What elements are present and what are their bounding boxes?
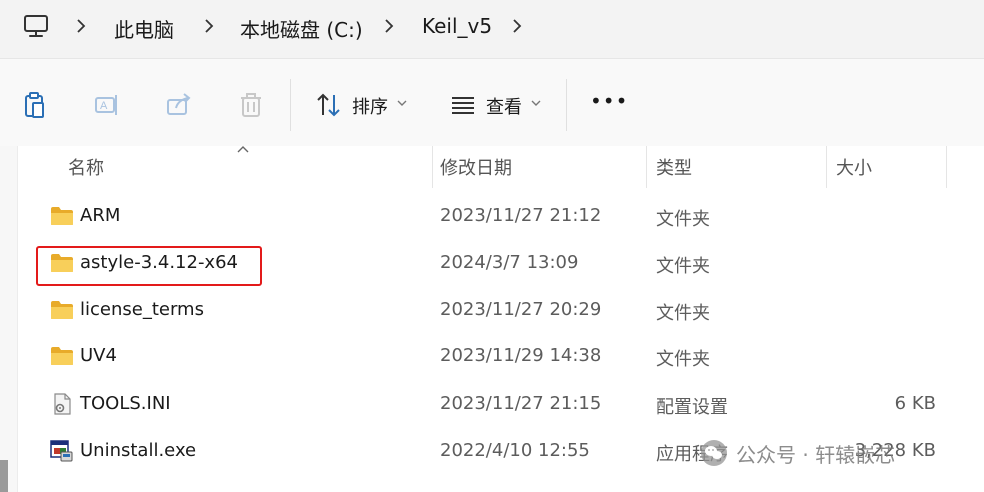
breadcrumb-local-disk[interactable]: 本地磁盘 (C:) [240, 14, 363, 43]
folder-icon [51, 347, 73, 365]
chevron-right-icon[interactable] [74, 16, 88, 36]
column-header-type[interactable]: 类型 [656, 154, 692, 180]
toolbar-divider [566, 79, 567, 131]
file-date: 2023/11/29 14:38 [440, 345, 602, 366]
column-header-size[interactable]: 大小 [836, 154, 872, 180]
rename-icon[interactable]: A [92, 90, 122, 120]
column-divider[interactable] [432, 146, 433, 188]
file-date: 2024/3/7 13:09 [440, 252, 579, 273]
file-row[interactable]: TOOLS.INI 2023/11/27 21:15 配置设置 6 KB [18, 384, 984, 428]
view-icon[interactable] [448, 90, 478, 120]
share-icon[interactable] [164, 90, 194, 120]
file-type: 文件夹 [656, 209, 710, 230]
chevron-right-icon[interactable] [510, 16, 524, 36]
file-date: 2023/11/27 20:29 [440, 299, 602, 320]
paste-icon[interactable] [20, 90, 50, 120]
file-name: UV4 [80, 345, 117, 366]
command-toolbar: A 排序 查看 ••• [0, 58, 984, 146]
delete-icon[interactable] [236, 90, 266, 120]
file-date: 2023/11/27 21:12 [440, 205, 602, 226]
column-header-date[interactable]: 修改日期 [440, 154, 512, 180]
breadcrumb-keil[interactable]: Keil_v5 [422, 14, 492, 38]
file-name: ARM [80, 205, 121, 226]
file-date: 2023/11/27 21:15 [440, 393, 602, 414]
file-row[interactable]: ARM 2023/11/27 21:12 文件夹 [18, 196, 984, 240]
ini-file-icon [54, 393, 71, 415]
file-type: 配置设置 [656, 397, 728, 418]
sort-icon[interactable] [314, 90, 344, 120]
watermark-text: 公众号 · 轩辕嵌芯 [736, 442, 896, 467]
chevron-down-icon[interactable] [397, 99, 407, 107]
breadcrumb-this-pc[interactable]: 此电脑 [114, 14, 174, 43]
file-row[interactable]: UV4 2023/11/29 14:38 文件夹 [18, 336, 984, 380]
exe-file-icon [50, 440, 73, 462]
watermark: 公众号 · 轩辕嵌芯 [700, 436, 895, 470]
scrollbar-thumb[interactable] [0, 460, 8, 492]
column-divider[interactable] [826, 146, 827, 188]
this-pc-icon[interactable] [22, 12, 50, 40]
file-type: 文件夹 [656, 349, 710, 370]
file-date: 2022/4/10 12:55 [440, 440, 590, 461]
file-name: TOOLS.INI [80, 393, 171, 414]
file-type: 文件夹 [656, 303, 710, 324]
column-header-name[interactable]: 名称 [68, 154, 104, 180]
highlight-annotation-box [36, 246, 262, 286]
navigation-pane-edge [0, 146, 18, 492]
svg-text:A: A [100, 100, 108, 112]
wechat-logo-icon [701, 440, 727, 466]
view-button[interactable]: 查看 [486, 93, 522, 119]
file-size: 6 KB [894, 393, 936, 414]
folder-icon [51, 301, 73, 319]
chevron-right-icon[interactable] [202, 16, 216, 36]
file-name: license_terms [80, 299, 204, 320]
file-type: 文件夹 [656, 256, 710, 277]
file-row[interactable]: license_terms 2023/11/27 20:29 文件夹 [18, 290, 984, 334]
chevron-down-icon[interactable] [531, 99, 541, 107]
address-bar: 此电脑 本地磁盘 (C:) Keil_v5 [0, 0, 984, 58]
sort-button[interactable]: 排序 [352, 93, 388, 119]
file-name: Uninstall.exe [80, 440, 197, 461]
more-options-button[interactable]: ••• [590, 89, 628, 113]
toolbar-divider [290, 79, 291, 131]
sort-ascending-icon [237, 146, 249, 153]
folder-icon [51, 207, 73, 225]
chevron-right-icon[interactable] [382, 16, 396, 36]
column-divider[interactable] [646, 146, 647, 188]
column-divider[interactable] [946, 146, 947, 188]
